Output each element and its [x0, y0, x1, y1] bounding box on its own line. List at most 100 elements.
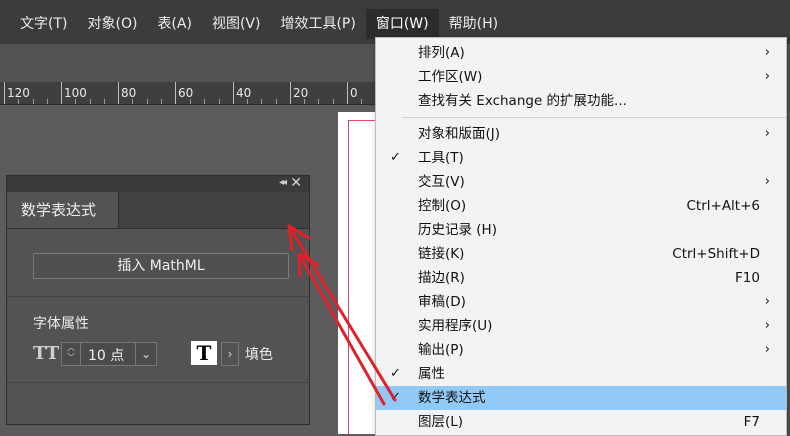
- menu-item-math-expression[interactable]: ✓ 数学表达式: [376, 386, 786, 410]
- ruler-major-tick: [175, 82, 176, 104]
- font-size-icon-glyph: TT: [33, 343, 60, 364]
- menu-item-label: 属性: [418, 366, 445, 382]
- menu-view[interactable]: 视图(V): [202, 9, 271, 39]
- ruler-minor-tick: [104, 99, 105, 104]
- menu-item-history[interactable]: 历史记录 (H): [376, 218, 786, 242]
- menu-item-arrange[interactable]: 排列(A) ›: [376, 41, 786, 65]
- menu-item-label: 工作区(W): [418, 69, 483, 85]
- menu-item-interactive[interactable]: 交互(V) ›: [376, 170, 786, 194]
- menu-item-control[interactable]: 控制(O) Ctrl+Alt+6: [376, 194, 786, 218]
- menu-item-find-exchange[interactable]: 查找有关 Exchange 的扩展功能...: [376, 89, 786, 113]
- font-properties-label: 字体属性: [33, 316, 89, 332]
- ruler-label: 20: [293, 86, 309, 100]
- menu-item-output[interactable]: 输出(P) ›: [376, 338, 786, 362]
- menu-item-label: 输出(P): [418, 342, 464, 358]
- ruler-major-tick: [347, 82, 348, 104]
- submenu-arrow-icon: ›: [764, 342, 770, 357]
- ruler-minor-tick: [304, 99, 305, 104]
- fill-label: 填色: [245, 347, 273, 363]
- stepper-arrows-icon[interactable]: ︿ ﹀: [62, 343, 81, 365]
- ruler-label: 100: [64, 86, 87, 100]
- ruler-label: 80: [121, 86, 137, 100]
- chevron-up-icon[interactable]: ︿: [67, 343, 75, 352]
- insert-mathml-button[interactable]: 插入 MathML: [33, 253, 289, 279]
- ruler-label: 60: [178, 86, 194, 100]
- ruler-major-tick: [4, 82, 5, 104]
- ruler-minor-tick: [147, 99, 148, 104]
- ruler-minor-tick: [204, 99, 205, 104]
- chevron-down-icon[interactable]: ﹀: [67, 353, 75, 362]
- menu-item-label: 描边(R): [418, 270, 465, 286]
- menu-item-label: 历史记录 (H): [418, 222, 497, 238]
- ruler-minor-tick: [75, 99, 76, 104]
- menu-item-label: 图层(L): [418, 414, 464, 430]
- close-icon[interactable]: ✕: [290, 175, 302, 191]
- menu-item-label: 查找有关 Exchange 的扩展功能...: [418, 93, 627, 109]
- menu-item-layers[interactable]: 图层(L) F7: [376, 410, 786, 434]
- ruler-minor-tick: [219, 99, 220, 104]
- menu-item-label: 交互(V): [418, 174, 465, 190]
- ruler-minor-tick: [161, 99, 162, 104]
- collapse-icon[interactable]: ◂◂: [279, 177, 287, 188]
- submenu-arrow-icon: ›: [764, 174, 770, 189]
- menu-item-label: 数学表达式: [418, 390, 486, 406]
- ruler-label: 0: [350, 86, 358, 100]
- menu-item-label: 排列(A): [418, 45, 465, 61]
- ruler-minor-tick: [190, 99, 191, 104]
- ruler-minor-tick: [18, 99, 19, 104]
- submenu-arrow-icon: ›: [764, 126, 770, 141]
- menu-item-label: 链接(K): [418, 246, 465, 262]
- menu-item-shortcut: Ctrl+Shift+D: [672, 246, 760, 262]
- ruler-minor-tick: [276, 99, 277, 104]
- check-icon: ✓: [390, 150, 401, 165]
- margin-guide: [348, 120, 378, 121]
- ruler-major-tick: [290, 82, 291, 104]
- check-icon: ✓: [390, 366, 401, 381]
- menu-item-label: 实用程序(U): [418, 318, 493, 334]
- menu-item-utilities[interactable]: 实用程序(U) ›: [376, 314, 786, 338]
- ruler-major-tick: [233, 82, 234, 104]
- font-size-stepper[interactable]: ︿ ﹀ 10 点 ⌄: [61, 342, 157, 366]
- menu-window[interactable]: 窗口(W): [365, 8, 439, 39]
- menu-separator: [402, 117, 786, 118]
- menu-item-stroke[interactable]: 描边(R) F10: [376, 266, 786, 290]
- ruler-minor-tick: [90, 99, 91, 104]
- check-icon: ✓: [390, 390, 401, 405]
- menu-item-workspace[interactable]: 工作区(W) ›: [376, 65, 786, 89]
- menu-item-properties[interactable]: ✓ 属性: [376, 362, 786, 386]
- math-expression-panel: ◂◂ ✕ 数学表达式 插入 MathML 字体属性 TT ︿ ﹀ 10 点 ⌄ T…: [6, 175, 310, 425]
- menu-help[interactable]: 帮助(H): [439, 9, 508, 39]
- divider: [7, 382, 309, 383]
- ruler-label: 120: [7, 86, 30, 100]
- menu-item-label: 控制(O): [418, 198, 467, 214]
- menu-plugins[interactable]: 增效工具(P): [270, 9, 365, 39]
- ruler-minor-tick: [333, 99, 334, 104]
- ruler-major-tick: [61, 82, 62, 104]
- menu-table[interactable]: 表(A): [147, 9, 202, 39]
- menu-item-review[interactable]: 审稿(D) ›: [376, 290, 786, 314]
- menu-item-shortcut: Ctrl+Alt+6: [686, 198, 760, 214]
- tab-math-expression[interactable]: 数学表达式: [7, 192, 119, 228]
- menu-item-tools[interactable]: ✓ 工具(T): [376, 146, 786, 170]
- font-size-icon: TT: [33, 343, 59, 364]
- font-size-value[interactable]: 10 点: [88, 345, 124, 365]
- submenu-arrow-icon: ›: [764, 69, 770, 84]
- submenu-arrow-icon: ›: [764, 45, 770, 60]
- ruler-minor-tick: [132, 99, 133, 104]
- menu-text[interactable]: 文字(T): [0, 9, 77, 39]
- fill-swatch[interactable]: T: [191, 341, 217, 365]
- ruler-minor-tick: [361, 99, 362, 104]
- submenu-arrow-icon: ›: [764, 294, 770, 309]
- horizontal-ruler[interactable]: 120 100 80 60 40 20 0: [0, 82, 376, 105]
- menu-item-label: 审稿(D): [418, 294, 466, 310]
- menu-item-links[interactable]: 链接(K) Ctrl+Shift+D: [376, 242, 786, 266]
- panel-titlebar[interactable]: ◂◂ ✕: [7, 175, 309, 192]
- ruler-minor-tick: [261, 99, 262, 104]
- chevron-right-icon[interactable]: ›: [221, 342, 239, 366]
- menu-item-object-layout[interactable]: 对象和版面(J) ›: [376, 122, 786, 146]
- chevron-down-icon[interactable]: ⌄: [135, 343, 156, 365]
- menu-object[interactable]: 对象(O): [77, 9, 147, 39]
- document-page[interactable]: [338, 112, 378, 434]
- menu-item-label: 工具(T): [418, 150, 464, 166]
- divider: [7, 296, 309, 297]
